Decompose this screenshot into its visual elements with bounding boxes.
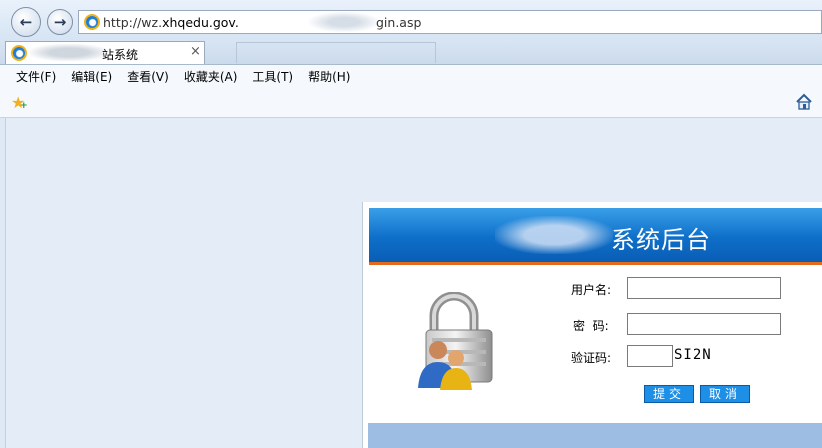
menu-bar: 文件(F) 编辑(E) 查看(V) 收藏夹(A) 工具(T) 帮助(H)	[0, 65, 822, 87]
forward-arrow-icon: →	[53, 13, 67, 31]
address-url-tail: gin.asp	[376, 15, 422, 30]
menu-tools[interactable]: 工具(T)	[252, 68, 293, 85]
tab-strip: 站系统 ×	[0, 40, 822, 65]
redacted-blur	[30, 44, 108, 61]
submit-button[interactable]: 提交	[644, 385, 694, 403]
forward-button[interactable]: →	[47, 9, 73, 35]
home-icon[interactable]	[795, 93, 813, 111]
menu-favorites[interactable]: 收藏夹(A)	[184, 68, 238, 85]
tab-active[interactable]: 站系统 ×	[5, 41, 205, 64]
captcha-image-text: SI2N	[674, 347, 712, 363]
ie-icon	[84, 14, 100, 30]
tab-inactive[interactable]	[236, 42, 436, 63]
password-input[interactable]	[627, 313, 781, 335]
tab-title: 站系统	[102, 48, 139, 62]
address-bar[interactable]: http://wz.xhqedu.gov. gin.asp	[78, 10, 822, 34]
ie-icon	[11, 45, 27, 61]
menu-help[interactable]: 帮助(H)	[308, 68, 350, 85]
redacted-blur	[495, 216, 613, 254]
back-button[interactable]: ←	[11, 7, 41, 37]
menu-file[interactable]: 文件(F)	[16, 68, 56, 85]
login-header: 系统后台	[369, 208, 822, 262]
padlock-users-icon	[418, 292, 493, 390]
captcha-label: 验证码:	[571, 351, 612, 365]
redacted-blur	[309, 12, 379, 32]
password-label: 密 码:	[573, 319, 609, 333]
command-bar: ★ +	[0, 87, 822, 118]
add-plus-icon: +	[20, 101, 28, 111]
address-toolbar: ← → http://wz.xhqedu.gov. gin.asp	[0, 0, 822, 40]
back-arrow-icon: ←	[19, 13, 33, 31]
tab-close-icon[interactable]: ×	[190, 44, 201, 59]
page-title: 系统后台	[611, 226, 711, 254]
username-input[interactable]	[627, 277, 781, 299]
header-divider	[369, 262, 822, 265]
username-label: 用户名:	[571, 283, 612, 297]
captcha-input[interactable]	[627, 345, 673, 367]
menu-view[interactable]: 查看(V)	[127, 68, 169, 85]
address-url: http://wz.xhqedu.gov.	[103, 15, 239, 30]
cancel-button[interactable]: 取消	[700, 385, 750, 403]
menu-edit[interactable]: 编辑(E)	[71, 68, 112, 85]
login-footer	[368, 423, 822, 448]
